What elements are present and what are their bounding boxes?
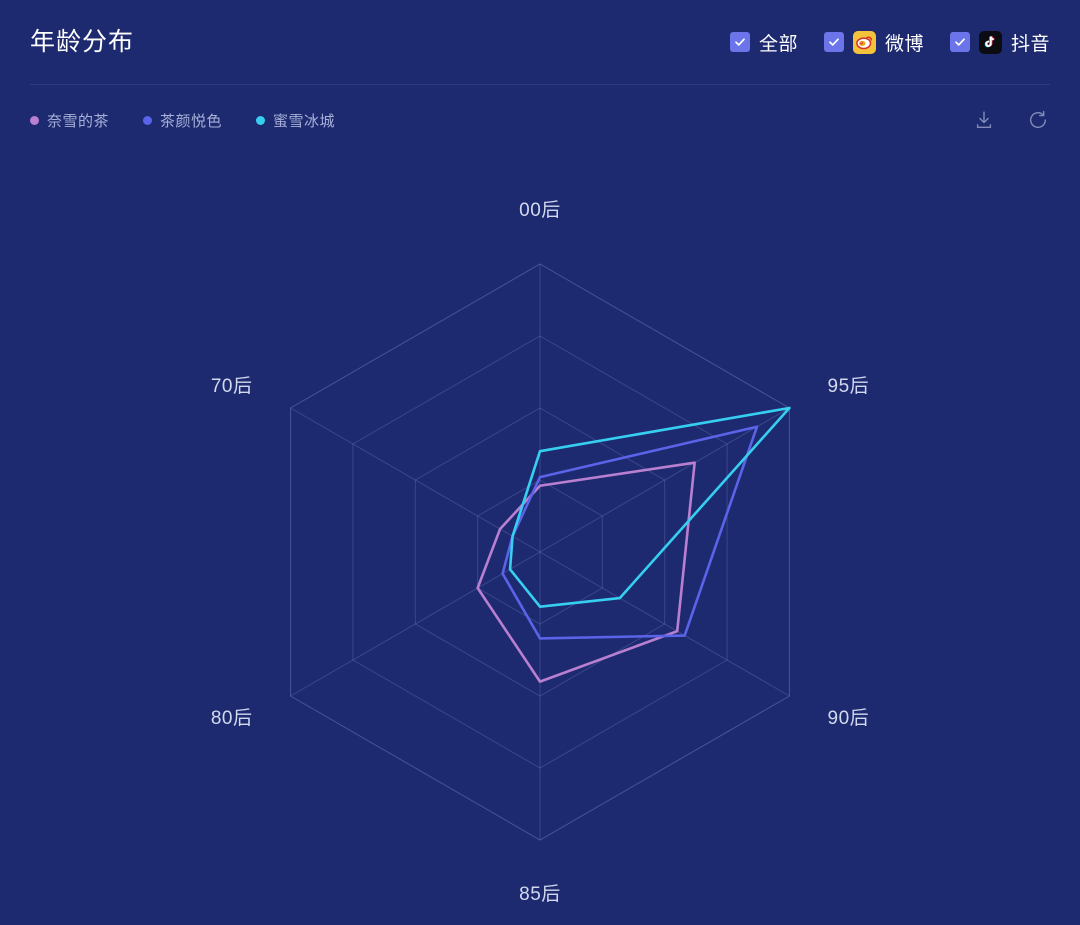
header-divider [30, 84, 1050, 85]
legend-item-mixue[interactable]: 蜜雪冰城 [256, 110, 335, 131]
legend-item-naixue[interactable]: 奈雪的茶 [30, 110, 109, 131]
legend-item-label: 茶颜悦色 [160, 112, 223, 130]
axis-label-80后: 80后 [211, 707, 253, 729]
radar-series-group [476, 406, 791, 683]
filter-weibo[interactable]: 微博 [823, 29, 924, 56]
radar-chart: 00后 95后 90后 85后 80后 70后 [0, 145, 1080, 925]
page-header: 年龄分布 全部 微博 抖音 [0, 0, 1080, 84]
axis-label-70后: 70后 [211, 375, 253, 397]
refresh-icon[interactable] [1026, 108, 1050, 132]
legend-color-swatch [30, 115, 39, 125]
filter-douyin-label: 抖音 [1010, 33, 1050, 55]
axis-label-85后: 85后 [519, 883, 561, 905]
platform-filter-group: 全部 微博 抖音 [729, 29, 1050, 56]
axis-label-90后: 90后 [828, 707, 870, 729]
legend-color-swatch [143, 115, 153, 125]
legend-color-swatch [256, 115, 266, 125]
radar-series-1[interactable] [476, 461, 696, 683]
legend-item-label: 奈雪的茶 [47, 112, 110, 130]
douyin-icon [978, 30, 1002, 54]
radar-series-3[interactable] [508, 406, 791, 609]
page-title: 年龄分布 [30, 27, 135, 56]
legend-item-label: 蜜雪冰城 [273, 112, 336, 130]
axis-label-00后: 00后 [519, 199, 561, 221]
chart-legend: 奈雪的茶 茶颜悦色 蜜雪冰城 [30, 110, 335, 131]
filter-douyin[interactable]: 抖音 [949, 29, 1050, 56]
axis-label-95后: 95后 [828, 375, 870, 397]
legend-row: 奈雪的茶 茶颜悦色 蜜雪冰城 [0, 100, 1080, 140]
download-icon[interactable] [972, 108, 996, 132]
legend-item-chayan[interactable]: 茶颜悦色 [143, 110, 222, 131]
radar-chart-svg: 00后 95后 90后 85后 80后 70后 [211, 199, 870, 905]
chart-toolbar [972, 108, 1050, 132]
checkbox-weibo[interactable] [823, 32, 844, 52]
checkbox-douyin[interactable] [949, 32, 970, 52]
filter-all-label: 全部 [758, 33, 798, 55]
weibo-icon [852, 30, 876, 54]
checkbox-all[interactable] [729, 32, 750, 52]
filter-all[interactable]: 全部 [729, 29, 798, 56]
filter-weibo-label: 微博 [884, 33, 924, 55]
